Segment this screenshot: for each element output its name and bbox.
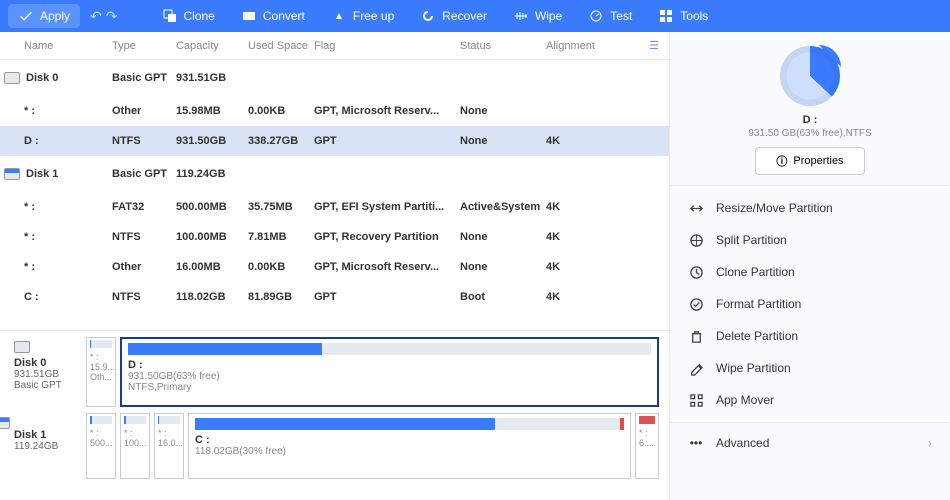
- freeup-button[interactable]: Free up: [321, 4, 404, 28]
- clone-button[interactable]: Clone: [152, 4, 225, 28]
- convert-button[interactable]: Convert: [231, 4, 315, 28]
- selected-drive-detail: 931.50 GB(63% free),NTFS: [670, 128, 950, 139]
- usage-pie-icon: [780, 46, 840, 106]
- op-format-partition[interactable]: Format Partition: [670, 288, 950, 320]
- partition-row[interactable]: C :NTFS118.02GB81.89GBGPTBoot4K: [0, 282, 669, 312]
- disk-icon: [14, 341, 30, 353]
- partition-grid: Disk 0Basic GPT931.51GB* :Other15.98MB0.…: [0, 60, 669, 330]
- tools-button[interactable]: Tools: [648, 4, 718, 28]
- op-icon: [688, 232, 704, 248]
- check-icon: [18, 8, 34, 24]
- op-app-mover[interactable]: App Mover: [670, 384, 950, 416]
- partition-row[interactable]: D :NTFS931.50GB338.27GBGPTNone4K: [0, 126, 669, 156]
- diagram-selected-partition[interactable]: D : 931.50GB(63% free) NTFS,Primary: [120, 337, 659, 407]
- partition-row[interactable]: * :FAT32500.00MB35.75MBGPT, EFI System P…: [0, 192, 669, 222]
- partition-row[interactable]: * :Other15.98MB0.00KBGPT, Microsoft Rese…: [0, 96, 669, 126]
- partition-row[interactable]: * :NTFS100.00MB7.81MBGPT, Recovery Parti…: [0, 222, 669, 252]
- disk-icon: [4, 72, 20, 84]
- view-toggle-icon[interactable]: ☰: [649, 39, 659, 52]
- diagram-disk1-label[interactable]: Disk 1 119.24GB: [10, 413, 82, 479]
- diagram-disk0-label[interactable]: Disk 0 931.51GB Basic GPT: [10, 337, 82, 395]
- disk-icon: [0, 417, 10, 429]
- more-icon: •••: [688, 435, 704, 451]
- op-icon: [688, 200, 704, 216]
- undo-redo: ↶ ↷: [90, 8, 117, 25]
- redo-button[interactable]: ↷: [106, 8, 118, 25]
- disk-row[interactable]: Disk 0Basic GPT931.51GB: [0, 60, 669, 96]
- partition-row[interactable]: * :Other16.00MB0.00KBGPT, Microsoft Rese…: [0, 252, 669, 282]
- side-panel: D : 931.50 GB(63% free),NTFS ⓘ Propertie…: [670, 32, 950, 500]
- recover-button[interactable]: Recover: [410, 4, 497, 28]
- apply-label: Apply: [40, 9, 70, 23]
- apply-button[interactable]: Apply: [8, 4, 80, 28]
- op-icon: [688, 264, 704, 280]
- convert-icon: [241, 8, 257, 24]
- grid-header: Name Type Capacity Used Space Flag Statu…: [0, 32, 669, 60]
- op-delete-partition[interactable]: Delete Partition: [670, 320, 950, 352]
- recover-icon: [420, 8, 436, 24]
- tools-icon: [658, 8, 674, 24]
- selected-drive-label: D :: [670, 114, 950, 126]
- op-clone-partition[interactable]: Clone Partition: [670, 256, 950, 288]
- undo-button[interactable]: ↶: [90, 8, 102, 25]
- op-wipe-partition[interactable]: Wipe Partition: [670, 352, 950, 384]
- clone-icon: [162, 8, 178, 24]
- op-split-partition[interactable]: Split Partition: [670, 224, 950, 256]
- test-button[interactable]: Test: [578, 4, 642, 28]
- chevron-right-icon: ›: [928, 436, 932, 450]
- op-icon: [688, 392, 704, 408]
- op-icon: [688, 328, 704, 344]
- diagram-mini-partition[interactable]: * :16.0...: [154, 413, 184, 479]
- freeup-icon: [331, 8, 347, 24]
- diagram-mini-partition[interactable]: * :500...: [86, 413, 116, 479]
- op-resize-move-partition[interactable]: Resize/Move Partition: [670, 192, 950, 224]
- wipe-icon: [513, 8, 529, 24]
- disk-icon: [4, 168, 20, 180]
- diagram-mini-partition[interactable]: * : 15.9... Oth...: [86, 337, 116, 407]
- wipe-button[interactable]: Wipe: [503, 4, 572, 28]
- test-icon: [588, 8, 604, 24]
- disk-diagram: Disk 0 931.51GB Basic GPT * : 15.9... Ot…: [0, 330, 669, 500]
- diagram-mini-partition[interactable]: * :100...: [120, 413, 150, 479]
- op-icon: [688, 296, 704, 312]
- diagram-mini-partition[interactable]: * :6....: [635, 413, 659, 479]
- disk-row[interactable]: Disk 1Basic GPT119.24GB: [0, 156, 669, 192]
- info-icon: ⓘ: [776, 153, 787, 169]
- diagram-partition[interactable]: C : 118.02GB(30% free): [188, 413, 631, 479]
- op-advanced[interactable]: •••Advanced›: [670, 422, 950, 459]
- op-icon: [688, 360, 704, 376]
- main-toolbar: Apply ↶ ↷ Clone Convert Free up Recover …: [0, 0, 950, 32]
- properties-button[interactable]: ⓘ Properties: [755, 147, 865, 175]
